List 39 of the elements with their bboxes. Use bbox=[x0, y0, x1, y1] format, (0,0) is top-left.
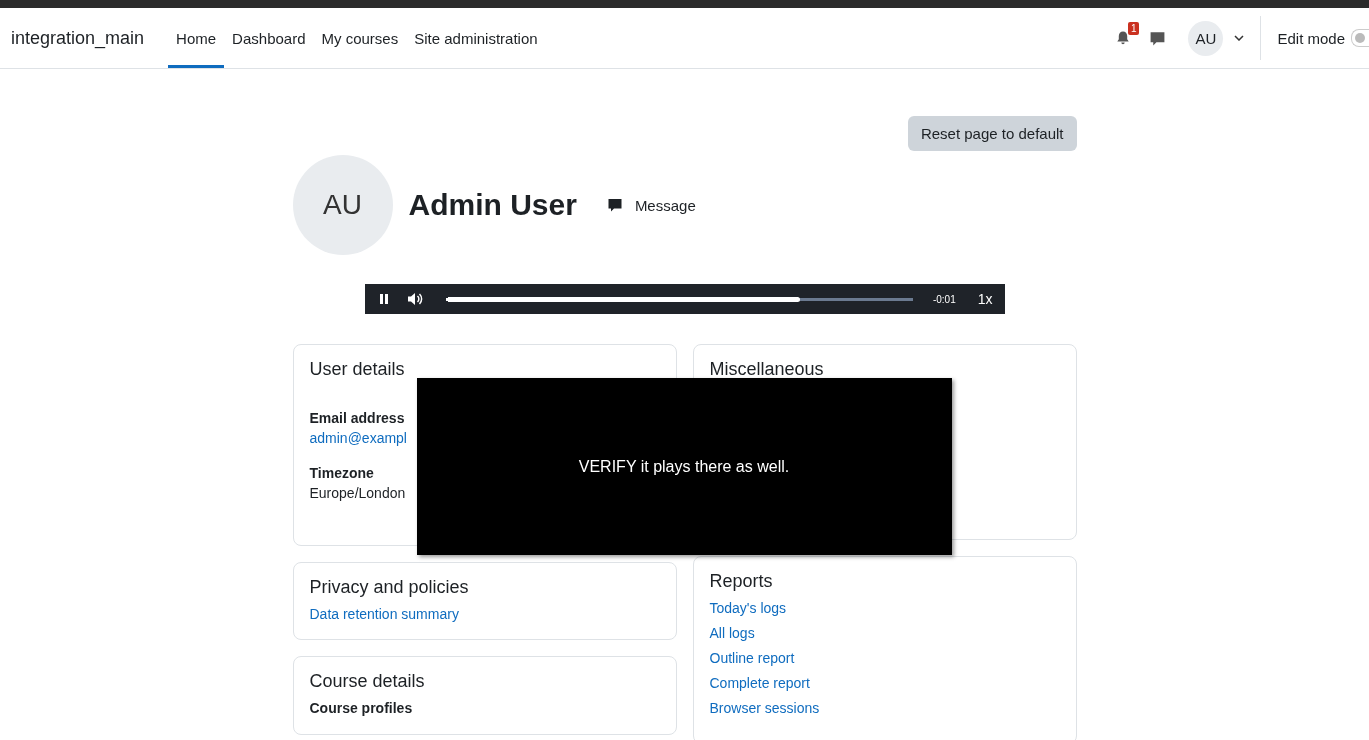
chat-icon[interactable] bbox=[1149, 29, 1167, 47]
field-label: Email address bbox=[309, 410, 405, 426]
report-link[interactable]: All logs bbox=[709, 625, 1060, 641]
card-title: Course details bbox=[309, 671, 426, 692]
field-label: Course profiles bbox=[309, 700, 413, 716]
field-value: Europe/London bbox=[309, 485, 406, 501]
progress-track[interactable] bbox=[445, 297, 913, 301]
nav-tab[interactable]: My courses bbox=[313, 8, 407, 68]
volume-icon[interactable] bbox=[406, 291, 423, 307]
overlay-text: VERIFY it plays there as well. bbox=[578, 457, 790, 476]
report-link[interactable]: Today's logs bbox=[709, 600, 1060, 616]
nav-tab[interactable]: Dashboard bbox=[224, 8, 314, 68]
reset-page-button[interactable]: Reset page to default bbox=[907, 116, 1077, 151]
site-name[interactable]: integration_main bbox=[11, 27, 145, 49]
nav-tab[interactable]: Home bbox=[168, 8, 225, 68]
report-link[interactable]: Browser sessions bbox=[709, 700, 1060, 716]
report-link[interactable]: Data retention summary bbox=[309, 606, 660, 622]
card-title: User details bbox=[309, 359, 406, 380]
user-avatar[interactable]: AU bbox=[1188, 20, 1224, 56]
card-title: Privacy and policies bbox=[309, 577, 470, 598]
user-name: Admin User bbox=[408, 188, 577, 222]
bell-icon[interactable] bbox=[1115, 30, 1132, 46]
nav-tab[interactable]: Site administration bbox=[406, 8, 546, 68]
message-link[interactable]: Message bbox=[606, 196, 696, 214]
notification-badge: 1 bbox=[1127, 22, 1140, 35]
user-avatar: AU bbox=[292, 155, 393, 255]
playback-speed-button[interactable]: 1x bbox=[977, 291, 993, 307]
time-remaining: -0:01 bbox=[932, 293, 956, 305]
chat-icon bbox=[606, 197, 623, 213]
card-title: Miscellaneous bbox=[709, 359, 825, 380]
pause-icon[interactable] bbox=[377, 293, 390, 305]
edit-mode-label: Edit mode bbox=[1277, 29, 1345, 47]
report-link[interactable]: Complete report bbox=[709, 675, 1060, 691]
card-title: Reports bbox=[709, 571, 774, 592]
report-link[interactable]: Outline report bbox=[709, 650, 1060, 666]
caret-icon[interactable] bbox=[1234, 35, 1245, 41]
field-label: Timezone bbox=[309, 465, 374, 481]
edit-mode-switch[interactable] bbox=[1351, 29, 1369, 47]
email-link[interactable]: admin@exampl bbox=[309, 430, 407, 446]
